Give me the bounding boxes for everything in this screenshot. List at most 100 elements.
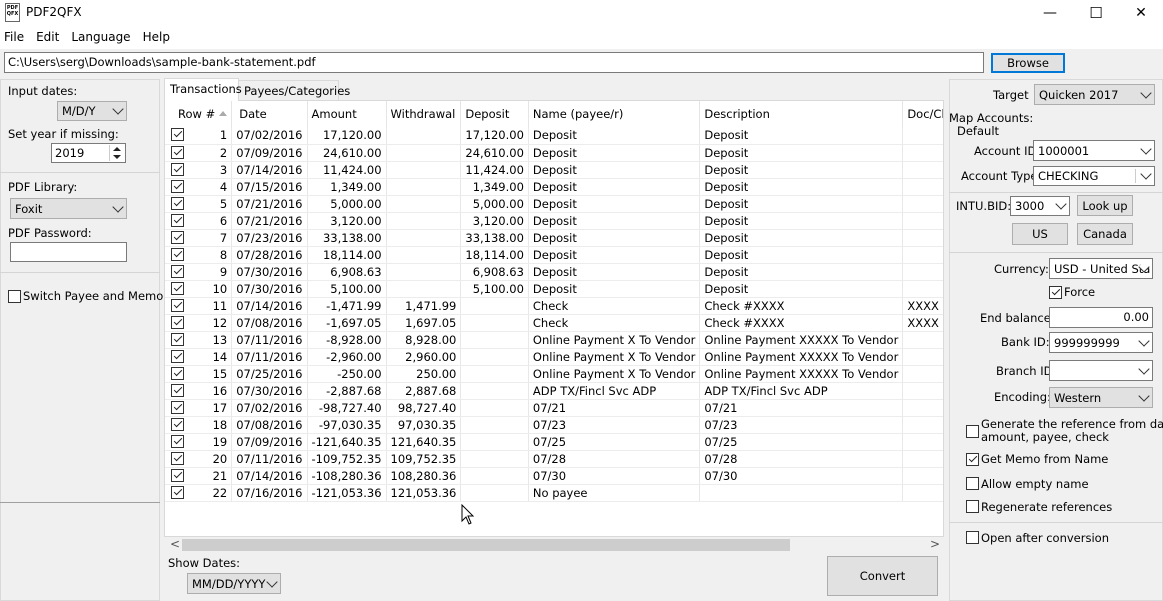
us-button[interactable]: US [1012, 223, 1068, 245]
table-row[interactable]: 21 07/14/2016 -108,280.36 108,280.36 07/30 07… [165, 467, 943, 485]
browse-button[interactable]: Browse [991, 53, 1065, 73]
column-header-amount[interactable]: Amount [307, 101, 387, 127]
menu-language[interactable]: Language [67, 26, 138, 49]
tab-payees-categories[interactable]: Payees/Categories [238, 80, 350, 100]
table-row[interactable]: 6 07/21/2016 3,120.00 3,120.00 Deposit Deposi… [165, 212, 943, 230]
tab-transactions[interactable]: Transactions [164, 78, 242, 101]
show-dates-value: MM/DD/YYYY [192, 576, 266, 591]
table-cell: -8,928.00 [307, 331, 387, 349]
table-row[interactable]: 14 07/11/2016 -2,960.00 2,960.00 Online Paym… [165, 348, 943, 366]
account-type-select[interactable]: CHECKING [1033, 166, 1155, 186]
column-header-date[interactable]: Date [231, 101, 308, 127]
spinner-down-icon[interactable] [113, 155, 121, 159]
column-header-description[interactable]: Description [699, 101, 904, 127]
encoding-select[interactable]: Western [1049, 387, 1153, 408]
branch-id-select[interactable] [1049, 360, 1153, 381]
table-row[interactable]: 18 07/08/2016 -97,030.35 97,030.35 07/23 07/2… [165, 416, 943, 434]
end-balance-input[interactable]: 0.00 [1049, 307, 1153, 328]
table-row[interactable]: 22 07/16/2016 -121,053.36 121,053.36 No paye… [165, 484, 943, 502]
row-include-checkbox[interactable] [171, 145, 184, 159]
close-button[interactable]: ✕ [1118, 0, 1163, 26]
row-include-checkbox[interactable] [171, 383, 184, 397]
scroll-right-icon[interactable]: > [930, 537, 940, 551]
account-id-value: 1000001 [1038, 143, 1090, 158]
row-include-checkbox[interactable] [171, 485, 184, 499]
lookup-button[interactable]: Look up [1077, 195, 1133, 216]
row-include-checkbox[interactable] [171, 434, 184, 448]
force-checkbox[interactable] [1049, 286, 1062, 299]
row-include-checkbox[interactable] [171, 196, 184, 210]
pdf-path-input[interactable]: C:\Users\serg\Downloads\sample-bank-stat… [4, 52, 984, 73]
intu-bid-select[interactable]: 3000 [1010, 196, 1070, 216]
column-header-deposit[interactable]: Deposit [460, 101, 529, 127]
spinner-buttons[interactable] [109, 145, 124, 161]
row-include-checkbox[interactable] [171, 281, 184, 295]
spinner-up-icon[interactable] [113, 147, 121, 151]
row-include-checkbox[interactable] [171, 332, 184, 346]
table-cell: Deposit [699, 195, 904, 213]
column-header-doc-check[interactable]: Doc/Check # [902, 101, 943, 127]
row-include-checkbox[interactable] [171, 417, 184, 431]
table-row[interactable]: 1 07/02/2016 17,120.00 17,120.00 Deposit Depo… [165, 127, 943, 145]
table-row[interactable]: 16 07/30/2016 -2,887.68 2,887.68 ADP TX/Finc… [165, 382, 943, 400]
menu-edit[interactable]: Edit [32, 26, 67, 49]
table-row[interactable]: 17 07/02/2016 -98,727.40 98,727.40 07/21 07/2… [165, 399, 943, 417]
row-include-checkbox[interactable] [171, 230, 184, 244]
row-include-checkbox[interactable] [171, 298, 184, 312]
regenerate-references-checkbox[interactable] [966, 500, 979, 513]
menu-file[interactable]: File [0, 26, 32, 49]
row-include-checkbox[interactable] [171, 264, 184, 278]
table-row[interactable]: 9 07/30/2016 6,908.63 6,908.63 Deposit Deposi… [165, 263, 943, 281]
currency-select[interactable]: USD - United Sta [1049, 258, 1153, 279]
currency-value: USD - United Sta [1054, 261, 1151, 276]
column-header-row-number[interactable]: Row # [165, 101, 233, 127]
maximize-button[interactable]: ☐ [1073, 0, 1119, 26]
scrollbar-thumb[interactable] [182, 539, 790, 551]
get-memo-checkbox[interactable] [966, 453, 979, 466]
bank-id-select[interactable]: 999999999 [1049, 332, 1153, 353]
table-row[interactable]: 2 07/09/2016 24,610.00 24,610.00 Deposit Depo… [165, 144, 943, 162]
row-include-checkbox[interactable] [171, 162, 184, 176]
allow-empty-checkbox[interactable] [966, 477, 979, 490]
table-row[interactable]: 8 07/28/2016 18,114.00 18,114.00 Deposit Depo… [165, 246, 943, 264]
table-row[interactable]: 10 07/30/2016 5,100.00 5,100.00 Deposit Depos… [165, 280, 943, 298]
generate-reference-checkbox[interactable] [966, 425, 979, 438]
table-row[interactable]: 19 07/09/2016 -121,640.35 121,640.35 07/25 07… [165, 433, 943, 451]
convert-button[interactable]: Convert [827, 556, 938, 596]
column-header-withdrawal[interactable]: Withdrawal [386, 101, 462, 127]
target-select[interactable]: Quicken 2017 [1034, 84, 1155, 105]
account-id-select[interactable]: 1000001 [1033, 140, 1155, 161]
table-row[interactable]: 13 07/11/2016 -8,928.00 8,928.00 Online Paym… [165, 331, 943, 349]
row-include-checkbox[interactable] [171, 400, 184, 414]
scroll-left-icon[interactable]: < [170, 537, 180, 551]
table-row[interactable]: 3 07/14/2016 11,424.00 11,424.00 Deposit Depo… [165, 161, 943, 179]
table-row[interactable]: 15 07/25/2016 -250.00 250.00 Online Payment … [165, 365, 943, 383]
row-include-checkbox[interactable] [171, 366, 184, 380]
menu-help[interactable]: Help [139, 26, 178, 49]
table-row[interactable]: 20 07/11/2016 -109,752.35 109,752.35 07/28 07… [165, 450, 943, 468]
row-include-checkbox[interactable] [171, 247, 184, 261]
row-include-checkbox[interactable] [171, 349, 184, 363]
pdf-library-select[interactable]: Foxit [10, 198, 127, 219]
table-cell [902, 246, 943, 264]
row-include-checkbox[interactable] [171, 468, 184, 482]
minimize-button[interactable]: — [1027, 0, 1073, 26]
table-row[interactable]: 5 07/21/2016 5,000.00 5,000.00 Deposit Deposi… [165, 195, 943, 213]
table-row[interactable]: 11 07/14/2016 -1,471.99 1,471.99 Check Check … [165, 297, 943, 315]
table-cell: 07/11/2016 [231, 348, 308, 366]
open-after-conversion-checkbox[interactable] [966, 531, 979, 544]
row-include-checkbox[interactable] [171, 451, 184, 465]
table-row[interactable]: 4 07/15/2016 1,349.00 1,349.00 Deposit Deposi… [165, 178, 943, 196]
table-row[interactable]: 12 07/08/2016 -1,697.05 1,697.05 Check Check … [165, 314, 943, 332]
show-dates-select[interactable]: MM/DD/YYYY [187, 573, 281, 594]
pdf-password-input[interactable] [10, 242, 127, 262]
canada-button[interactable]: Canada [1077, 223, 1133, 245]
column-header-name[interactable]: Name (payee/r) [528, 101, 701, 127]
table-row[interactable]: 7 07/23/2016 33,138.00 33,138.00 Deposit Depo… [165, 229, 943, 247]
switch-payee-memo-checkbox[interactable] [8, 290, 21, 303]
row-include-checkbox[interactable] [171, 213, 184, 227]
row-include-checkbox[interactable] [171, 128, 184, 141]
row-include-checkbox[interactable] [171, 315, 184, 329]
input-dates-select[interactable]: M/D/Y [57, 101, 127, 121]
row-include-checkbox[interactable] [171, 179, 184, 193]
